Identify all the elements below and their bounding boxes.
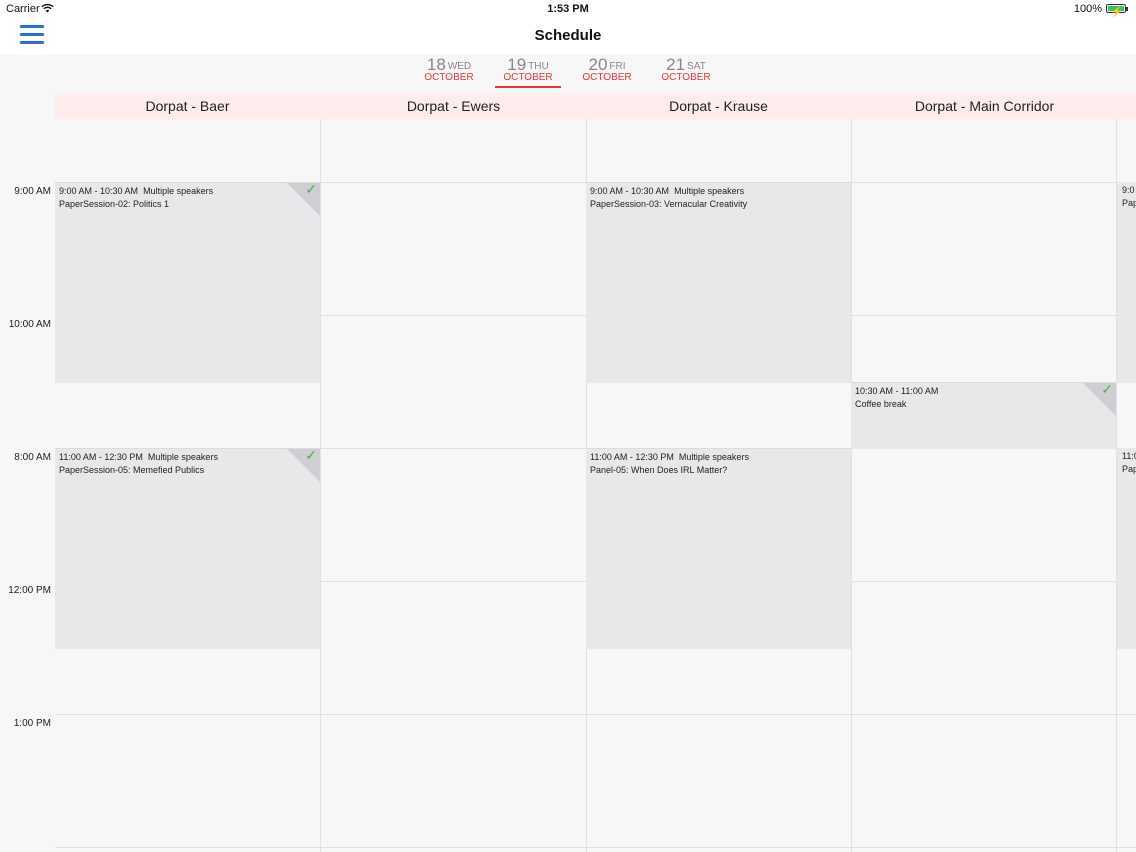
day-selector: 18 WED OCTOBER 19 THU OCTOBER 20 FRI OCTOBE… [0, 54, 1136, 92]
day-tab-19[interactable]: 19 THU OCTOBER [493, 54, 563, 90]
hour-line [55, 714, 1136, 715]
event-card[interactable]: 11:00 AM - 12:30 PM Multiple speakers Pa… [586, 448, 851, 649]
event-card[interactable]: ✓ 9:00 AM - 10:30 AM Multiple speakers P… [55, 182, 320, 383]
event-speakers: Multiple speakers [674, 186, 745, 196]
event-speakers: Multiple speakers [147, 452, 218, 462]
event-title: Pap [1122, 464, 1136, 474]
room-header-ewers[interactable]: Dorpat - Ewers [321, 93, 586, 119]
event-time: 9:00 AM - 10:30 AM [59, 186, 139, 196]
event-time: 11:00 AM - 12:30 PM [59, 452, 143, 462]
day-month: OCTOBER [582, 72, 632, 83]
menu-icon[interactable] [20, 25, 44, 45]
schedule-grid[interactable]: 9:00 AM 10:00 AM 8:00 AM 12:00 PM 1:00 P… [0, 119, 1136, 852]
day-number: 20 [588, 55, 608, 74]
battery-icon: ⚡ [1106, 4, 1128, 18]
event-time: 9:0 [1122, 185, 1135, 195]
room-header: Dorpat - Baer Dorpat - Ewers Dorpat - Kr… [55, 93, 1136, 119]
room-header-main-corridor[interactable]: Dorpat - Main Corridor [852, 93, 1117, 119]
column-divider [320, 119, 321, 852]
day-tab-18[interactable]: 18 WED OCTOBER [414, 54, 484, 90]
event-card-partial[interactable]: 11:0 Pap [1117, 448, 1136, 649]
room-header-krause[interactable]: Dorpat - Krause [586, 93, 851, 119]
battery-nub [1126, 7, 1128, 11]
event-card[interactable]: ✓ 10:30 AM - 11:00 AM Coffee break [851, 382, 1116, 449]
selected-day-indicator [495, 86, 561, 88]
event-title: PaperSession-02: Politics 1 [59, 199, 170, 209]
time-label: 9:00 AM [14, 186, 51, 197]
hour-line [55, 847, 1136, 848]
navigation-bar: Schedule [0, 18, 1136, 55]
checkmark-icon[interactable]: ✓ [305, 183, 317, 196]
event-card[interactable]: 9:00 AM - 10:30 AM Multiple speakers Pap… [586, 182, 851, 383]
day-weekday: SAT [687, 61, 706, 72]
day-month: OCTOBER [424, 72, 474, 83]
clock: 1:53 PM [547, 3, 589, 15]
event-speakers: Multiple speakers [143, 186, 214, 196]
page-title: Schedule [534, 27, 602, 44]
event-card-partial[interactable]: 9:0 Pap [1117, 182, 1136, 383]
event-title: Pap [1122, 198, 1136, 208]
event-title: PaperSession-03: Vernacular Creativity [590, 199, 748, 209]
status-bar: Carrier 1:53 PM 100% ⚡ [0, 0, 1136, 18]
event-time: 9:00 AM - 10:30 AM [590, 186, 670, 196]
event-title: Coffee break [855, 399, 907, 409]
time-label: 1:00 PM [13, 718, 51, 729]
event-title: Panel-05: When Does IRL Matter? [590, 465, 728, 475]
day-weekday: THU [528, 61, 549, 72]
charging-icon: ⚡ [1110, 7, 1123, 18]
day-tab-20[interactable]: 20 FRI OCTOBER [572, 54, 642, 90]
event-speakers: Multiple speakers [678, 452, 749, 462]
battery-percent: 100% [1073, 3, 1102, 15]
day-weekday: WED [447, 61, 472, 72]
event-time: 10:30 AM - 11:00 AM [855, 386, 939, 396]
room-header-baer[interactable]: Dorpat - Baer [55, 93, 320, 119]
time-label: 10:00 AM [8, 319, 51, 330]
day-month: OCTOBER [503, 72, 553, 83]
day-number: 21 [666, 55, 686, 74]
time-label: 8:00 AM [14, 452, 51, 463]
event-card[interactable]: ✓ 11:00 AM - 12:30 PM Multiple speakers … [55, 448, 320, 649]
event-time: 11:0 [1122, 451, 1136, 461]
time-label: 12:00 PM [8, 585, 51, 596]
checkmark-icon[interactable]: ✓ [1101, 383, 1113, 396]
checkmark-icon[interactable]: ✓ [305, 449, 317, 462]
event-title: PaperSession-05: Memefied Publics [59, 465, 205, 475]
day-month: OCTOBER [661, 72, 711, 83]
day-number: 18 [426, 55, 446, 74]
column-divider [851, 119, 852, 852]
day-weekday: FRI [609, 61, 626, 72]
day-tab-21[interactable]: 21 SAT OCTOBER [651, 54, 721, 90]
day-number: 19 [507, 55, 527, 74]
event-time: 11:00 AM - 12:30 PM [590, 452, 674, 462]
